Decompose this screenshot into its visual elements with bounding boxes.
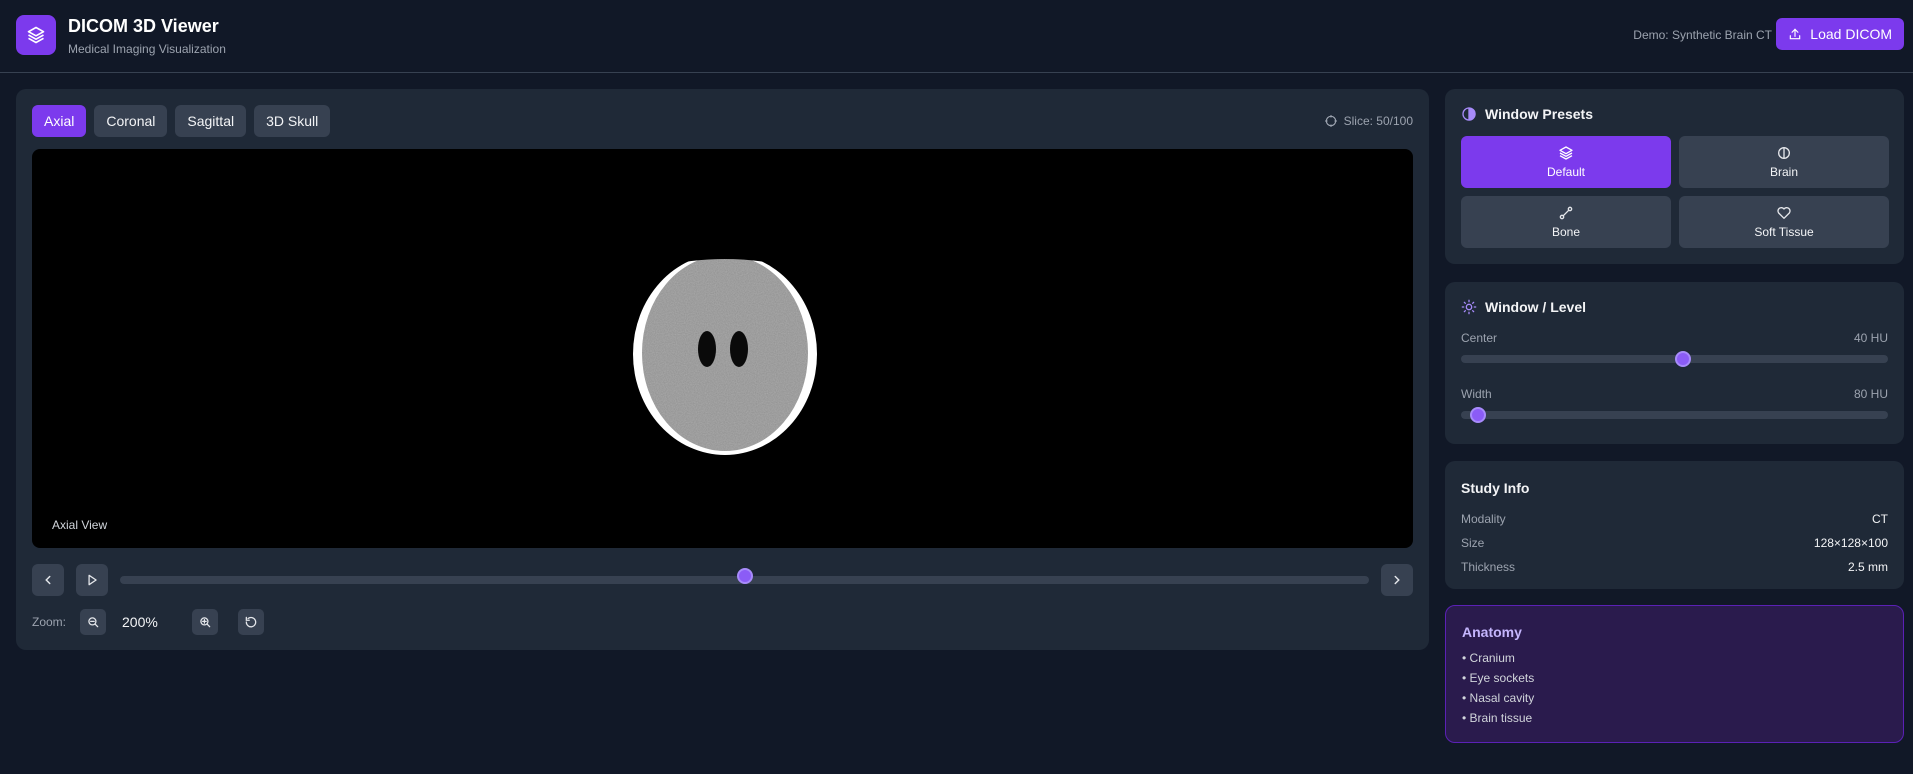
heart-icon — [1776, 205, 1792, 221]
app-header: DICOM 3D Viewer Medical Imaging Visualiz… — [0, 0, 1913, 73]
window-presets-label: Window Presets — [1485, 106, 1594, 122]
info-row-modality: Modality CT — [1461, 512, 1888, 528]
info-key: Size — [1461, 536, 1485, 550]
center-label: Center — [1461, 331, 1498, 345]
anatomy-item: • Eye sockets — [1462, 671, 1535, 685]
eye-socket-left — [698, 331, 716, 367]
info-value: 128×128×100 — [1813, 536, 1888, 550]
play-button[interactable] — [76, 564, 108, 596]
preset-brain-label: Brain — [1769, 165, 1798, 179]
study-info-title: Study Info — [1461, 480, 1530, 496]
demo-label: Demo: Synthetic Brain CT — [1633, 28, 1772, 42]
preset-bone-label: Bone — [1551, 225, 1581, 239]
info-key: Modality — [1461, 512, 1506, 526]
info-row-thickness: Thickness 2.5 mm — [1461, 560, 1888, 576]
info-row-size: Size 128×128×100 — [1461, 536, 1888, 552]
load-dicom-label: Load DICOM — [1810, 26, 1892, 42]
view-label: Axial View — [52, 518, 108, 532]
preset-default-button[interactable]: Default — [1461, 136, 1671, 188]
anatomy-title: Anatomy — [1462, 624, 1522, 640]
app-logo — [16, 15, 56, 55]
width-slider[interactable] — [1461, 411, 1888, 419]
window-presets-title: Window Presets — [1461, 106, 1593, 122]
width-value: 80 HU — [1853, 387, 1888, 401]
slice-slider-thumb[interactable] — [736, 568, 753, 584]
tab-coronal[interactable]: Coronal — [94, 105, 168, 137]
study-info-card: Study Info Modality CT Size 128×128×100 … — [1445, 461, 1904, 589]
preset-soft-tissue-label: Soft Tissue — [1754, 225, 1814, 239]
slice-controls — [32, 564, 1413, 596]
ct-slice-image — [633, 252, 817, 455]
preset-bone-button[interactable]: Bone — [1461, 196, 1671, 248]
crosshair-icon — [1324, 114, 1338, 128]
zoom-label: Zoom: — [32, 615, 67, 629]
app-title: DICOM 3D Viewer — [68, 16, 219, 36]
reset-view-button[interactable] — [238, 609, 264, 635]
anatomy-card: Anatomy • Cranium • Eye sockets • Nasal … — [1445, 605, 1904, 743]
brain-icon — [1776, 145, 1792, 161]
window-level-card: Window / Level Center 40 HU Width 80 HU — [1445, 282, 1904, 444]
zoom-value: 200% — [122, 614, 158, 630]
sun-icon — [1461, 299, 1477, 315]
eye-socket-right — [730, 331, 748, 367]
width-slider-thumb[interactable] — [1470, 407, 1487, 423]
zoom-out-icon — [86, 615, 100, 629]
anatomy-item: • Nasal cavity — [1462, 691, 1535, 705]
layers-icon — [26, 25, 46, 45]
load-dicom-button[interactable]: Load DICOM — [1776, 18, 1904, 50]
reset-icon — [244, 615, 258, 629]
chevron-left-icon — [41, 573, 55, 587]
preset-soft-tissue-button[interactable]: Soft Tissue — [1679, 196, 1889, 248]
window-level-title: Window / Level — [1461, 299, 1586, 315]
preset-brain-button[interactable]: Brain — [1679, 136, 1889, 188]
width-label: Width — [1461, 387, 1492, 401]
app-subtitle: Medical Imaging Visualization — [68, 42, 226, 56]
prev-slice-button[interactable] — [32, 564, 64, 596]
info-value: CT — [1872, 512, 1888, 526]
preset-default-label: Default — [1546, 165, 1586, 179]
chevron-right-icon — [1390, 573, 1404, 587]
window-level-label: Window / Level — [1485, 299, 1586, 315]
upload-icon — [1788, 27, 1802, 41]
tab-sagittal[interactable]: Sagittal — [175, 105, 247, 137]
anatomy-item: • Brain tissue — [1462, 711, 1533, 725]
view-tabs: Axial Coronal Sagittal 3D Skull — [32, 105, 331, 137]
center-value: 40 HU — [1853, 331, 1888, 345]
next-slice-button[interactable] — [1381, 564, 1413, 596]
layers-icon — [1558, 145, 1574, 161]
info-key: Thickness — [1461, 560, 1516, 574]
info-value: 2.5 mm — [1847, 560, 1888, 574]
viewer-panel: Axial Coronal Sagittal 3D Skull Slice: 5… — [16, 89, 1429, 650]
center-control: Center 40 HU — [1461, 331, 1888, 371]
zoom-out-button[interactable] — [80, 609, 106, 635]
window-presets-card: Window Presets Default Brain Bone Soft T… — [1445, 89, 1904, 264]
zoom-controls: Zoom: 200% — [32, 609, 332, 635]
tab-3d-skull[interactable]: 3D Skull — [254, 105, 331, 137]
bone-icon — [1558, 205, 1574, 221]
center-slider-thumb[interactable] — [1675, 351, 1692, 367]
tab-axial[interactable]: Axial — [32, 105, 87, 137]
zoom-in-button[interactable] — [192, 609, 218, 635]
slice-indicator: Slice: 50/100 — [1324, 114, 1413, 128]
anatomy-item: • Cranium — [1462, 651, 1515, 665]
zoom-in-icon — [198, 615, 212, 629]
contrast-icon — [1461, 106, 1477, 122]
play-icon — [85, 573, 99, 587]
slice-canvas[interactable]: Axial View — [32, 149, 1413, 548]
width-control: Width 80 HU — [1461, 387, 1888, 427]
slice-label: Slice: 50/100 — [1343, 114, 1413, 128]
